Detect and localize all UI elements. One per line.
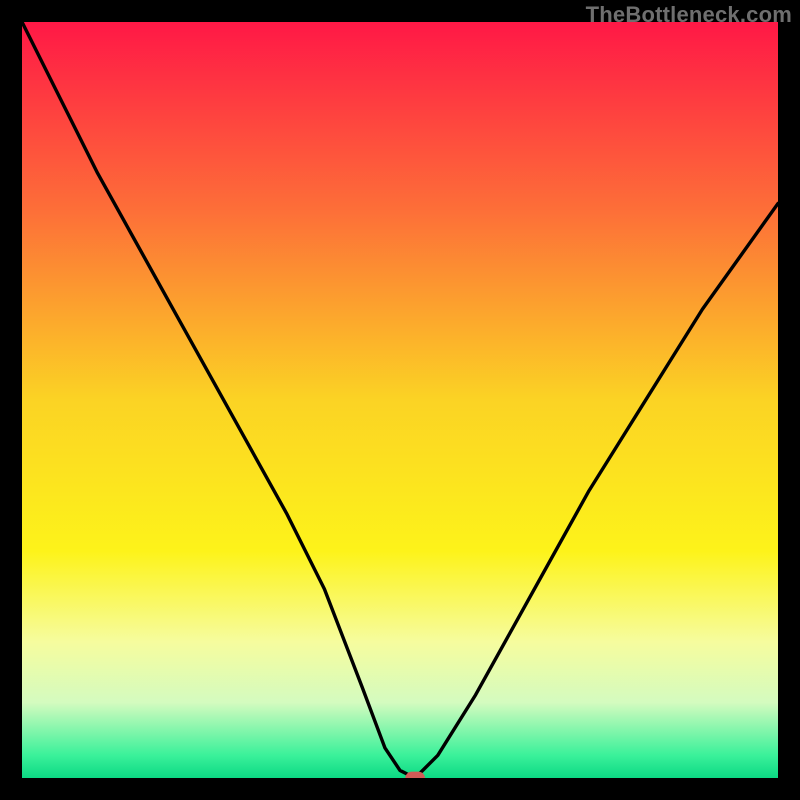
bottleneck-chart: [22, 22, 778, 778]
chart-frame: TheBottleneck.com: [0, 0, 800, 800]
chart-background: [22, 22, 778, 778]
